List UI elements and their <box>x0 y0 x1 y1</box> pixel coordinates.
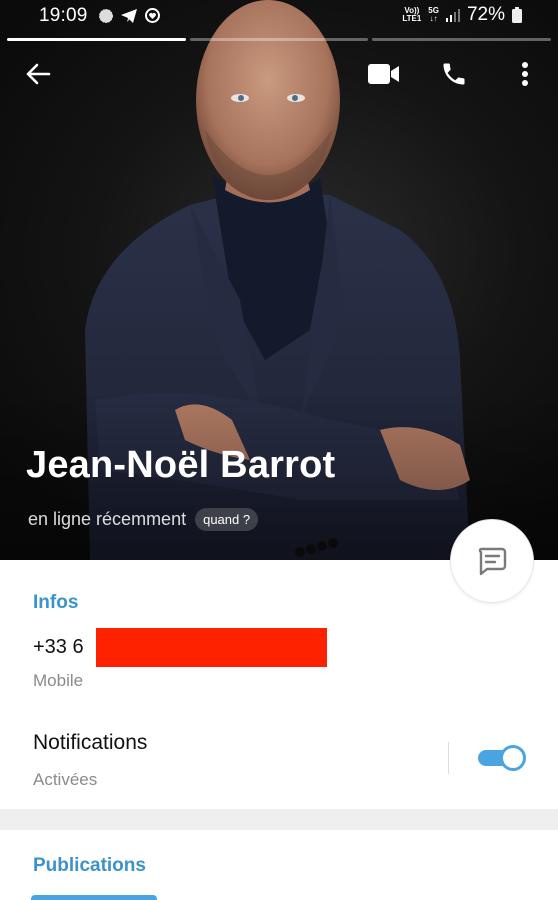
cell-signal-icon <box>445 9 460 22</box>
when-chip-button[interactable]: quand ? <box>195 508 259 531</box>
toggle-knob <box>500 745 526 771</box>
more-options-button[interactable] <box>509 58 541 90</box>
status-right: Vo)) LTE1 5G ↓↑ 72% <box>402 4 522 26</box>
notification-icons <box>98 7 161 24</box>
publications-section-title: Publications <box>33 855 146 876</box>
photo-progress-segment <box>189 38 369 41</box>
notifications-toggle[interactable] <box>478 743 528 773</box>
phone-redaction <box>96 628 327 667</box>
profile-name: Jean-Noël Barrot <box>26 444 336 486</box>
lte-label: LTE1 <box>402 14 422 23</box>
battery-percent: 72% <box>466 4 505 25</box>
last-seen-row: en ligne récemment quand ? <box>28 508 259 531</box>
info-section-title: Infos <box>33 592 79 613</box>
back-button[interactable] <box>22 58 54 90</box>
phone-number[interactable]: +33 6 <box>33 636 84 659</box>
video-camera-icon <box>368 64 399 84</box>
send-message-button[interactable] <box>451 520 533 602</box>
volte-indicator: Vo)) LTE1 <box>402 7 421 23</box>
call-button[interactable] <box>438 58 470 90</box>
phone-icon <box>443 63 465 85</box>
photo-progress-segment <box>7 38 186 41</box>
clock: 19:09 <box>39 5 88 26</box>
publications-tab-indicator[interactable] <box>31 895 157 900</box>
screen-record-icon <box>145 8 160 23</box>
photo-progress-segment <box>372 38 552 41</box>
arrow-left-icon <box>26 63 51 85</box>
video-call-button[interactable] <box>368 58 400 90</box>
network-indicator: 5G ↓↑ <box>428 7 439 23</box>
status-bar: 19:09 Vo)) LTE1 5G ↓↑ 72% <box>0 0 558 34</box>
phone-label: Mobile <box>33 671 84 690</box>
last-seen-status: en ligne récemment <box>28 509 187 529</box>
message-icon <box>478 547 507 576</box>
battery-icon <box>512 7 522 23</box>
section-separator <box>0 809 558 830</box>
signal-app-icon <box>99 8 113 23</box>
more-vertical-icon <box>522 62 528 86</box>
data-arrows-icon: ↓↑ <box>429 14 438 23</box>
row-divider <box>448 742 449 774</box>
notifications-row-title[interactable]: Notifications <box>33 731 147 755</box>
photo-progress-bars <box>7 38 552 42</box>
toolbar <box>0 52 558 96</box>
telegram-icon <box>121 8 137 23</box>
notifications-status: Activées <box>33 770 98 789</box>
